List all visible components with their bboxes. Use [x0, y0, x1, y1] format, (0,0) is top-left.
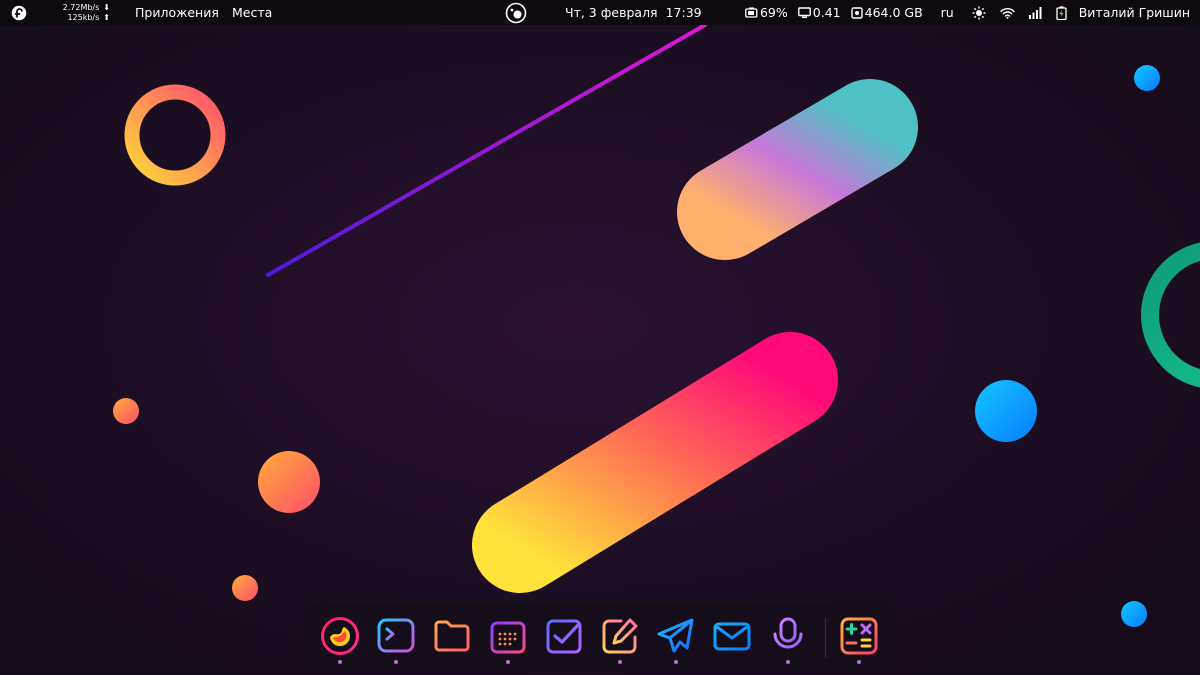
cpu-load: 0.41 [812, 5, 841, 20]
places-menu[interactable]: Места [232, 0, 272, 25]
disk-indicator[interactable]: 464.0 GB [850, 5, 923, 20]
disk-icon [850, 6, 863, 19]
applications-menu[interactable]: Приложения [135, 0, 219, 25]
dock-text-editor[interactable] [598, 614, 642, 664]
running-indicator [674, 660, 678, 664]
calendar-icon [490, 617, 526, 654]
keyboard-layout[interactable]: ru [941, 5, 954, 20]
line-shape [266, 23, 707, 277]
dock-files[interactable] [430, 614, 474, 658]
battery-level: 69% [759, 5, 788, 20]
dock-voice-recorder[interactable] [766, 614, 810, 664]
wifi-icon[interactable] [1000, 7, 1017, 19]
ring-shape-green [1141, 242, 1200, 388]
brightness-icon[interactable] [972, 6, 988, 20]
activities-icon[interactable] [505, 0, 527, 25]
monitor-icon [797, 6, 811, 18]
running-indicator [857, 660, 861, 664]
running-indicator [506, 660, 510, 664]
dock-mail[interactable] [710, 614, 754, 658]
pill-shape [677, 79, 918, 260]
mail-icon [713, 622, 751, 651]
dot-shape [975, 380, 1037, 442]
wallpaper [113, 23, 1200, 627]
disk-space: 464.0 GB [864, 5, 923, 20]
download-speed: 2.72Mb/s [62, 2, 100, 12]
dock-firefox[interactable] [318, 614, 362, 664]
network-speed-indicator[interactable]: 2.72Mb/s ⬇ 125kb/s ⬆ [60, 0, 110, 25]
dot-shape [1134, 65, 1160, 91]
download-arrow-icon: ⬇ [103, 2, 110, 12]
folder-icon [434, 620, 470, 652]
dock-calendar[interactable] [486, 614, 530, 664]
user-menu[interactable]: Виталий Гришин [1079, 5, 1190, 20]
top-bar: 2.72Mb/s ⬇ 125kb/s ⬆ Приложения Места Чт, … [0, 0, 1200, 25]
dock-terminal[interactable] [374, 614, 418, 664]
dock-calculator[interactable] [837, 614, 881, 664]
dot-shape [232, 575, 258, 601]
upload-arrow-icon: ⬆ [103, 12, 110, 22]
running-indicator [786, 660, 790, 664]
dock-telegram[interactable] [654, 614, 698, 664]
running-indicator [338, 660, 342, 664]
battery-icon [745, 7, 758, 18]
telegram-icon [657, 618, 694, 653]
date-time[interactable]: Чт, 3 февраля 17:39 [565, 0, 702, 25]
date-label: Чт, 3 февраля [565, 5, 658, 20]
dock [304, 602, 896, 670]
firefox-icon [321, 617, 359, 655]
checkbox-icon [546, 619, 582, 654]
dot-shape [113, 398, 139, 424]
volume-icon[interactable] [1028, 6, 1044, 19]
ring-shape [124, 84, 226, 186]
running-indicator [394, 660, 398, 664]
terminal-icon [377, 618, 415, 653]
fedora-logo-icon[interactable] [10, 0, 28, 25]
upload-speed: 125kb/s [67, 12, 100, 22]
battery-indicator[interactable]: 69% [745, 5, 788, 20]
battery-charge-icon[interactable] [1056, 5, 1069, 20]
dock-separator [825, 618, 826, 658]
microphone-icon [773, 617, 803, 655]
dock-tasks[interactable] [542, 614, 586, 658]
dot-shape [1121, 601, 1147, 627]
running-indicator [618, 660, 622, 664]
pill-shape-large [472, 332, 838, 593]
cpu-load-indicator[interactable]: 0.41 [797, 5, 841, 20]
time-label: 17:39 [665, 5, 702, 20]
system-tray: 69% 0.41 464.0 GB ru Виталий Гришин [735, 0, 1190, 25]
edit-icon [602, 618, 638, 654]
calculator-icon [840, 617, 878, 655]
dot-shape [258, 451, 320, 513]
